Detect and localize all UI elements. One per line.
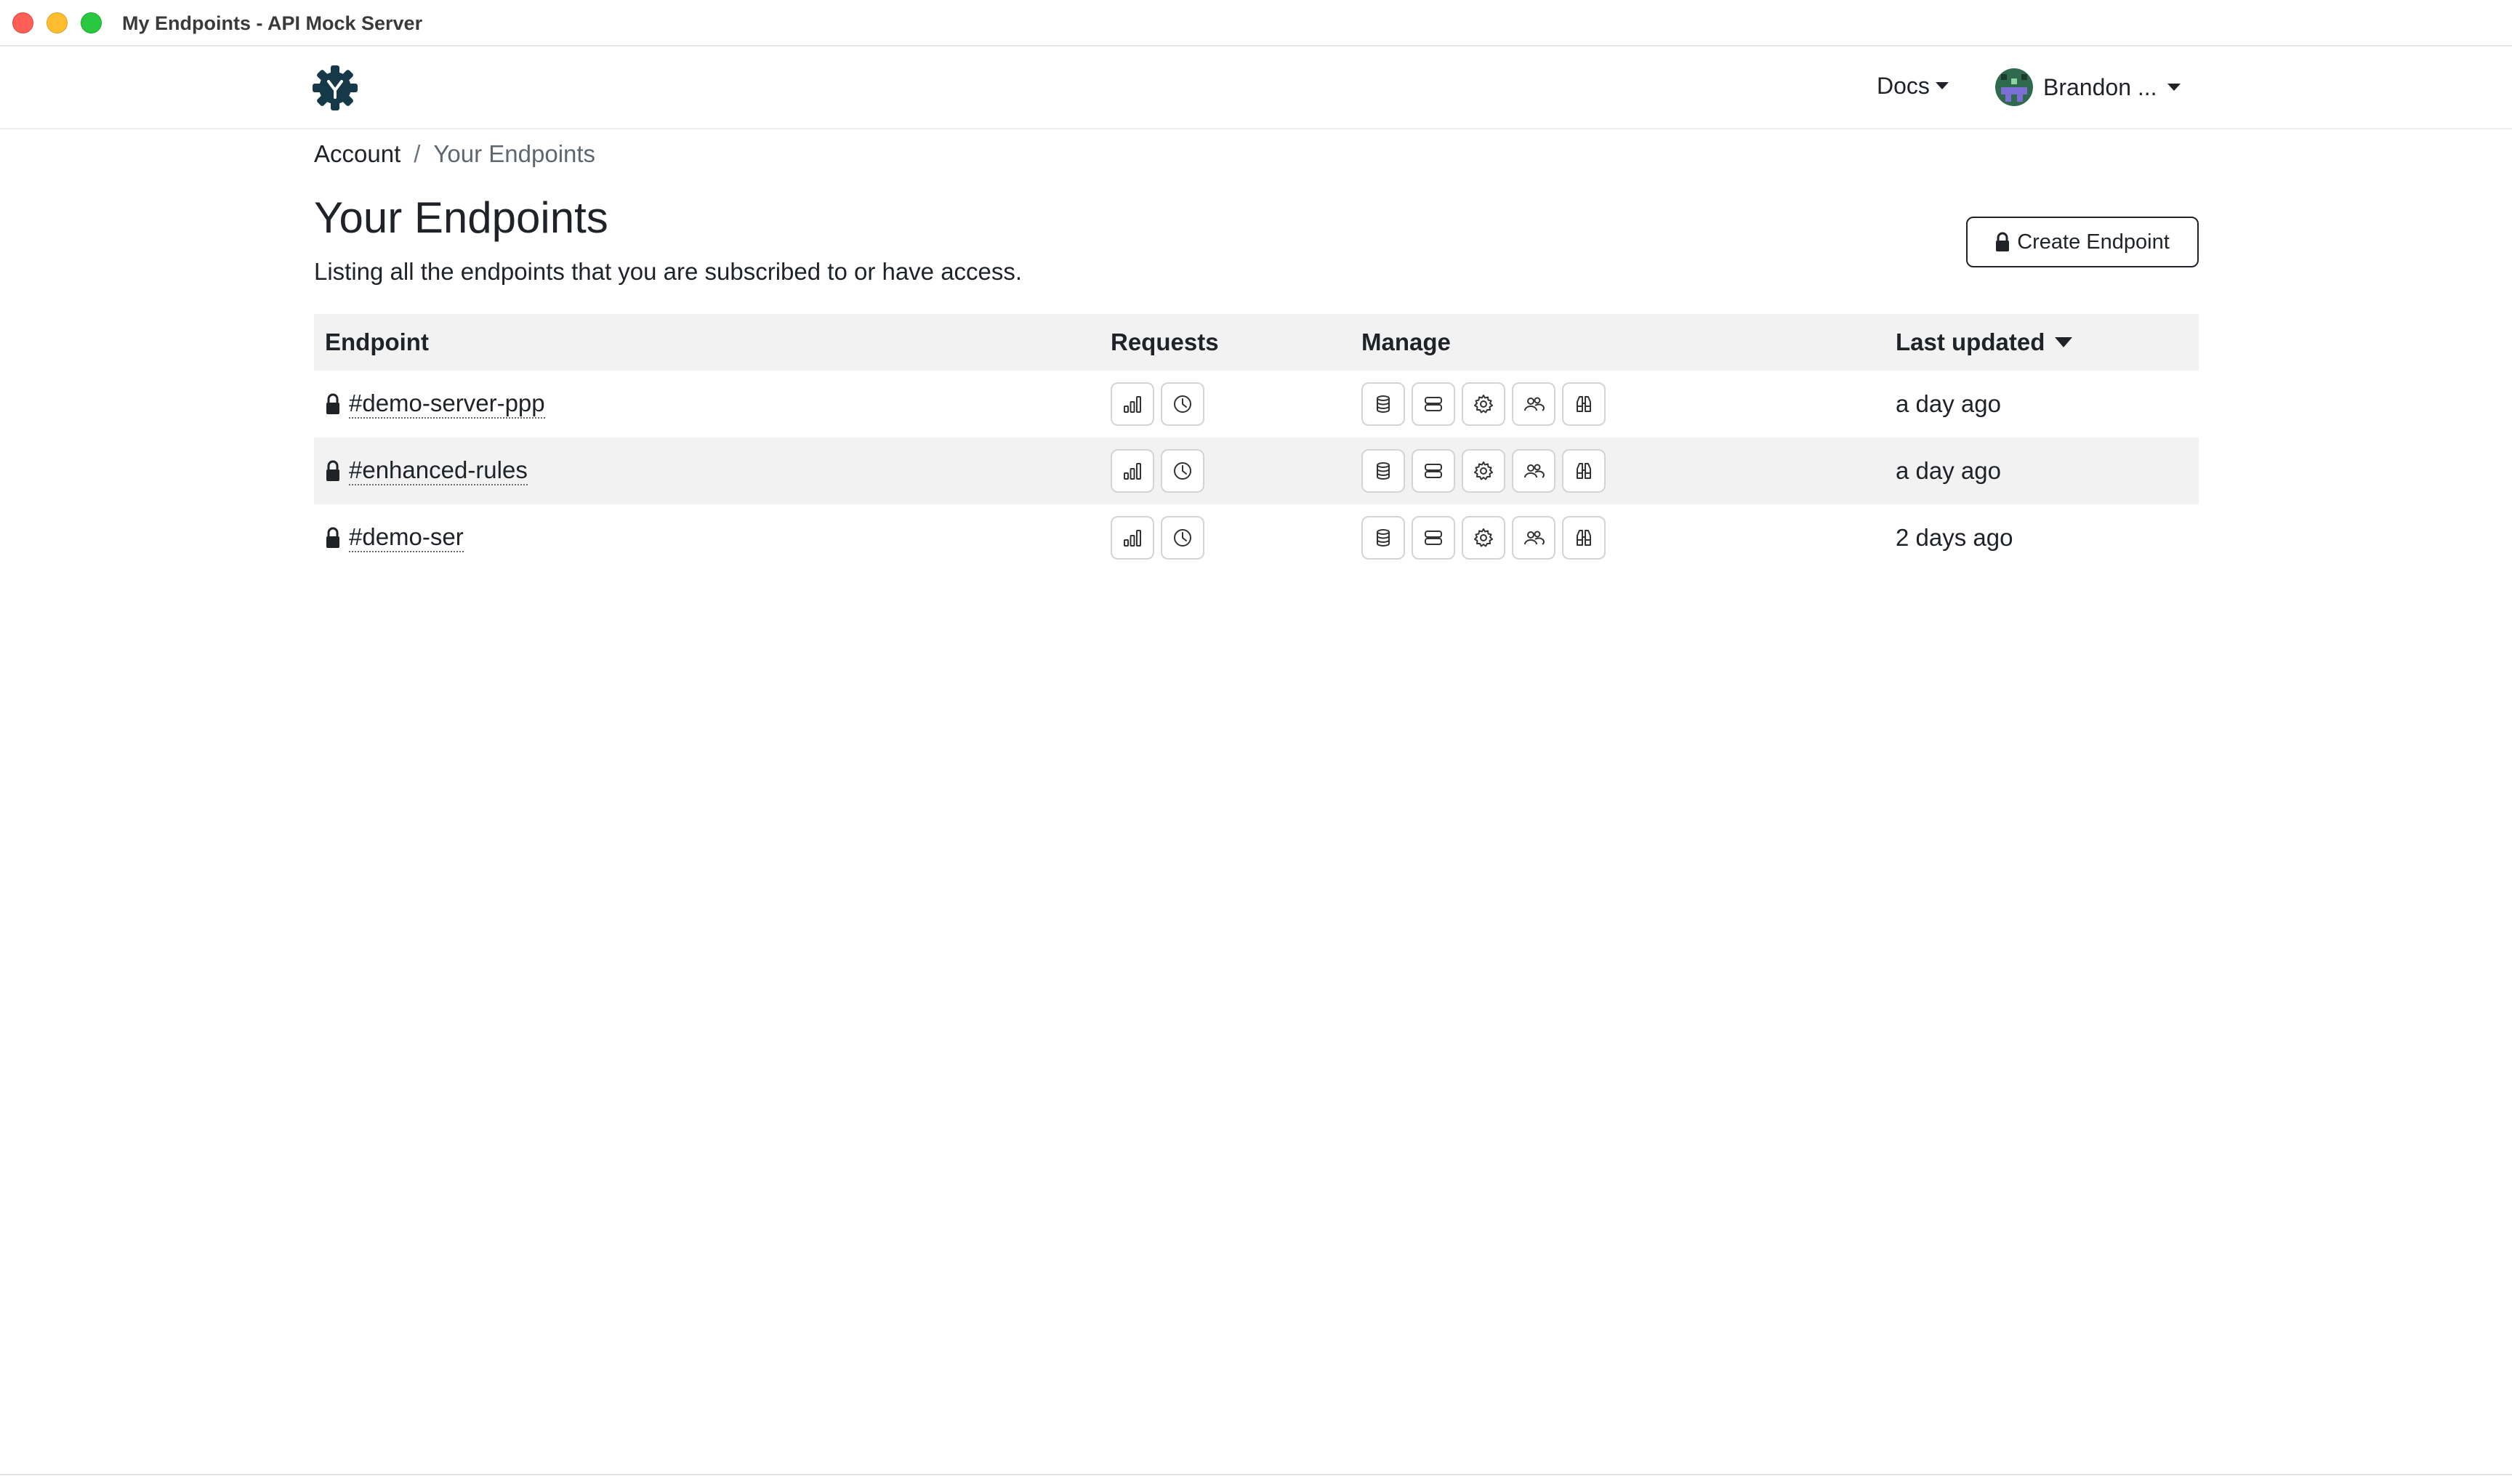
view-history-button[interactable] (1161, 382, 1204, 426)
table-row: #enhanced-rules a day ago (314, 437, 2199, 504)
server-icon (1425, 397, 1442, 411)
column-header-requests: Requests (1111, 328, 1219, 355)
clock-icon (1174, 529, 1191, 547)
clock-icon (1174, 462, 1191, 480)
last-updated-cell: 2 days ago (1896, 524, 2013, 551)
requests-cell (1111, 437, 1211, 504)
endpoint-cell: #demo-server-ppp (326, 371, 545, 437)
manage-server-button[interactable] (1412, 516, 1455, 560)
users-icon (1524, 464, 1545, 478)
view-stats-button[interactable] (1111, 382, 1154, 426)
avatar (1995, 68, 2033, 106)
lock-icon (326, 460, 339, 481)
manage-members-button[interactable] (1512, 449, 1555, 493)
manage-server-button[interactable] (1412, 449, 1455, 493)
manage-members-button[interactable] (1512, 382, 1555, 426)
manage-data-button[interactable] (1361, 382, 1405, 426)
breadcrumb-account-link[interactable]: Account (314, 138, 400, 170)
gear-icon (1474, 395, 1493, 414)
inspect-endpoint-button[interactable] (1562, 449, 1606, 493)
view-stats-button[interactable] (1111, 516, 1154, 560)
manage-data-button[interactable] (1361, 449, 1405, 493)
users-icon (1524, 397, 1545, 411)
users-icon (1524, 531, 1545, 545)
lock-icon (326, 527, 339, 548)
lock-icon (326, 393, 339, 414)
database-icon (1377, 462, 1390, 480)
table-body: #demo-server-ppp a day ago #enhanced-rul… (314, 371, 2199, 571)
docs-dropdown[interactable]: Docs (1877, 71, 1949, 100)
requests-cell (1111, 504, 1211, 571)
bar-chart-icon (1124, 463, 1141, 480)
binoculars-icon (1577, 530, 1591, 546)
endpoint-link[interactable]: #enhanced-rules (349, 456, 528, 485)
endpoints-table: Endpoint Requests Manage Last updated #d… (314, 314, 2199, 571)
manage-data-button[interactable] (1361, 516, 1405, 560)
last-updated-cell: a day ago (1896, 390, 2001, 417)
database-icon (1377, 395, 1390, 413)
endpoint-cell: #enhanced-rules (326, 437, 528, 504)
bar-chart-icon (1124, 530, 1141, 547)
endpoint-settings-button[interactable] (1462, 382, 1505, 426)
database-icon (1377, 529, 1390, 547)
requests-cell (1111, 371, 1211, 437)
user-menu-dropdown[interactable]: Brandon ... (1995, 68, 2181, 106)
page-subtitle: Listing all the endpoints that you are s… (314, 258, 1023, 285)
create-endpoint-button[interactable]: Create Endpoint (1966, 217, 2199, 267)
endpoint-link[interactable]: #demo-server-ppp (349, 390, 545, 419)
create-endpoint-label: Create Endpoint (2017, 230, 2170, 254)
server-icon (1425, 464, 1442, 478)
window-titlebar: My Endpoints - API Mock Server (0, 0, 2512, 47)
logo-gear-icon[interactable] (311, 64, 359, 112)
view-history-button[interactable] (1161, 516, 1204, 560)
chevron-down-icon (1935, 82, 1949, 89)
breadcrumb-current: Your Endpoints (433, 140, 596, 167)
column-header-endpoint: Endpoint (325, 328, 429, 355)
inspect-endpoint-button[interactable] (1562, 382, 1606, 426)
minimize-window-button[interactable] (47, 12, 68, 33)
window-bottom-border (0, 1474, 2512, 1475)
user-name: Brandon ... (2043, 74, 2157, 100)
view-stats-button[interactable] (1111, 449, 1154, 493)
docs-label: Docs (1877, 73, 1930, 99)
top-navbar: Docs Brandon ... (0, 47, 2512, 129)
view-history-button[interactable] (1161, 449, 1204, 493)
manage-cell (1361, 437, 1612, 504)
binoculars-icon (1577, 396, 1591, 412)
endpoint-settings-button[interactable] (1462, 449, 1505, 493)
column-header-manage: Manage (1361, 328, 1451, 355)
table-row: #demo-ser 2 days ago (314, 504, 2199, 571)
clock-icon (1174, 395, 1191, 413)
endpoint-cell: #demo-ser (326, 504, 464, 571)
chevron-down-icon (2167, 84, 2181, 91)
inspect-endpoint-button[interactable] (1562, 516, 1606, 560)
binoculars-icon (1577, 463, 1591, 479)
gear-icon (1474, 461, 1493, 480)
page-title: Your Endpoints (314, 193, 608, 242)
close-window-button[interactable] (12, 12, 33, 33)
gear-icon (1474, 528, 1493, 547)
breadcrumb: Account / Your Endpoints (314, 138, 595, 170)
last-updated-label: Last updated (1896, 328, 2045, 355)
last-updated-cell: a day ago (1896, 457, 2001, 484)
endpoint-settings-button[interactable] (1462, 516, 1505, 560)
manage-server-button[interactable] (1412, 382, 1455, 426)
table-row: #demo-server-ppp a day ago (314, 371, 2199, 437)
endpoint-link[interactable]: #demo-ser (349, 523, 464, 552)
maximize-window-button[interactable] (81, 12, 102, 33)
table-header: Endpoint Requests Manage Last updated (314, 314, 2199, 371)
server-icon (1425, 531, 1442, 545)
manage-cell (1361, 371, 1612, 437)
lock-icon (1996, 232, 2010, 251)
sort-descending-icon[interactable] (2055, 337, 2073, 347)
window-title: My Endpoints - API Mock Server (122, 12, 423, 34)
bar-chart-icon (1124, 396, 1141, 413)
column-header-last-updated[interactable]: Last updated (1896, 314, 2073, 371)
manage-members-button[interactable] (1512, 516, 1555, 560)
manage-cell (1361, 504, 1612, 571)
breadcrumb-separator: / (414, 140, 421, 167)
